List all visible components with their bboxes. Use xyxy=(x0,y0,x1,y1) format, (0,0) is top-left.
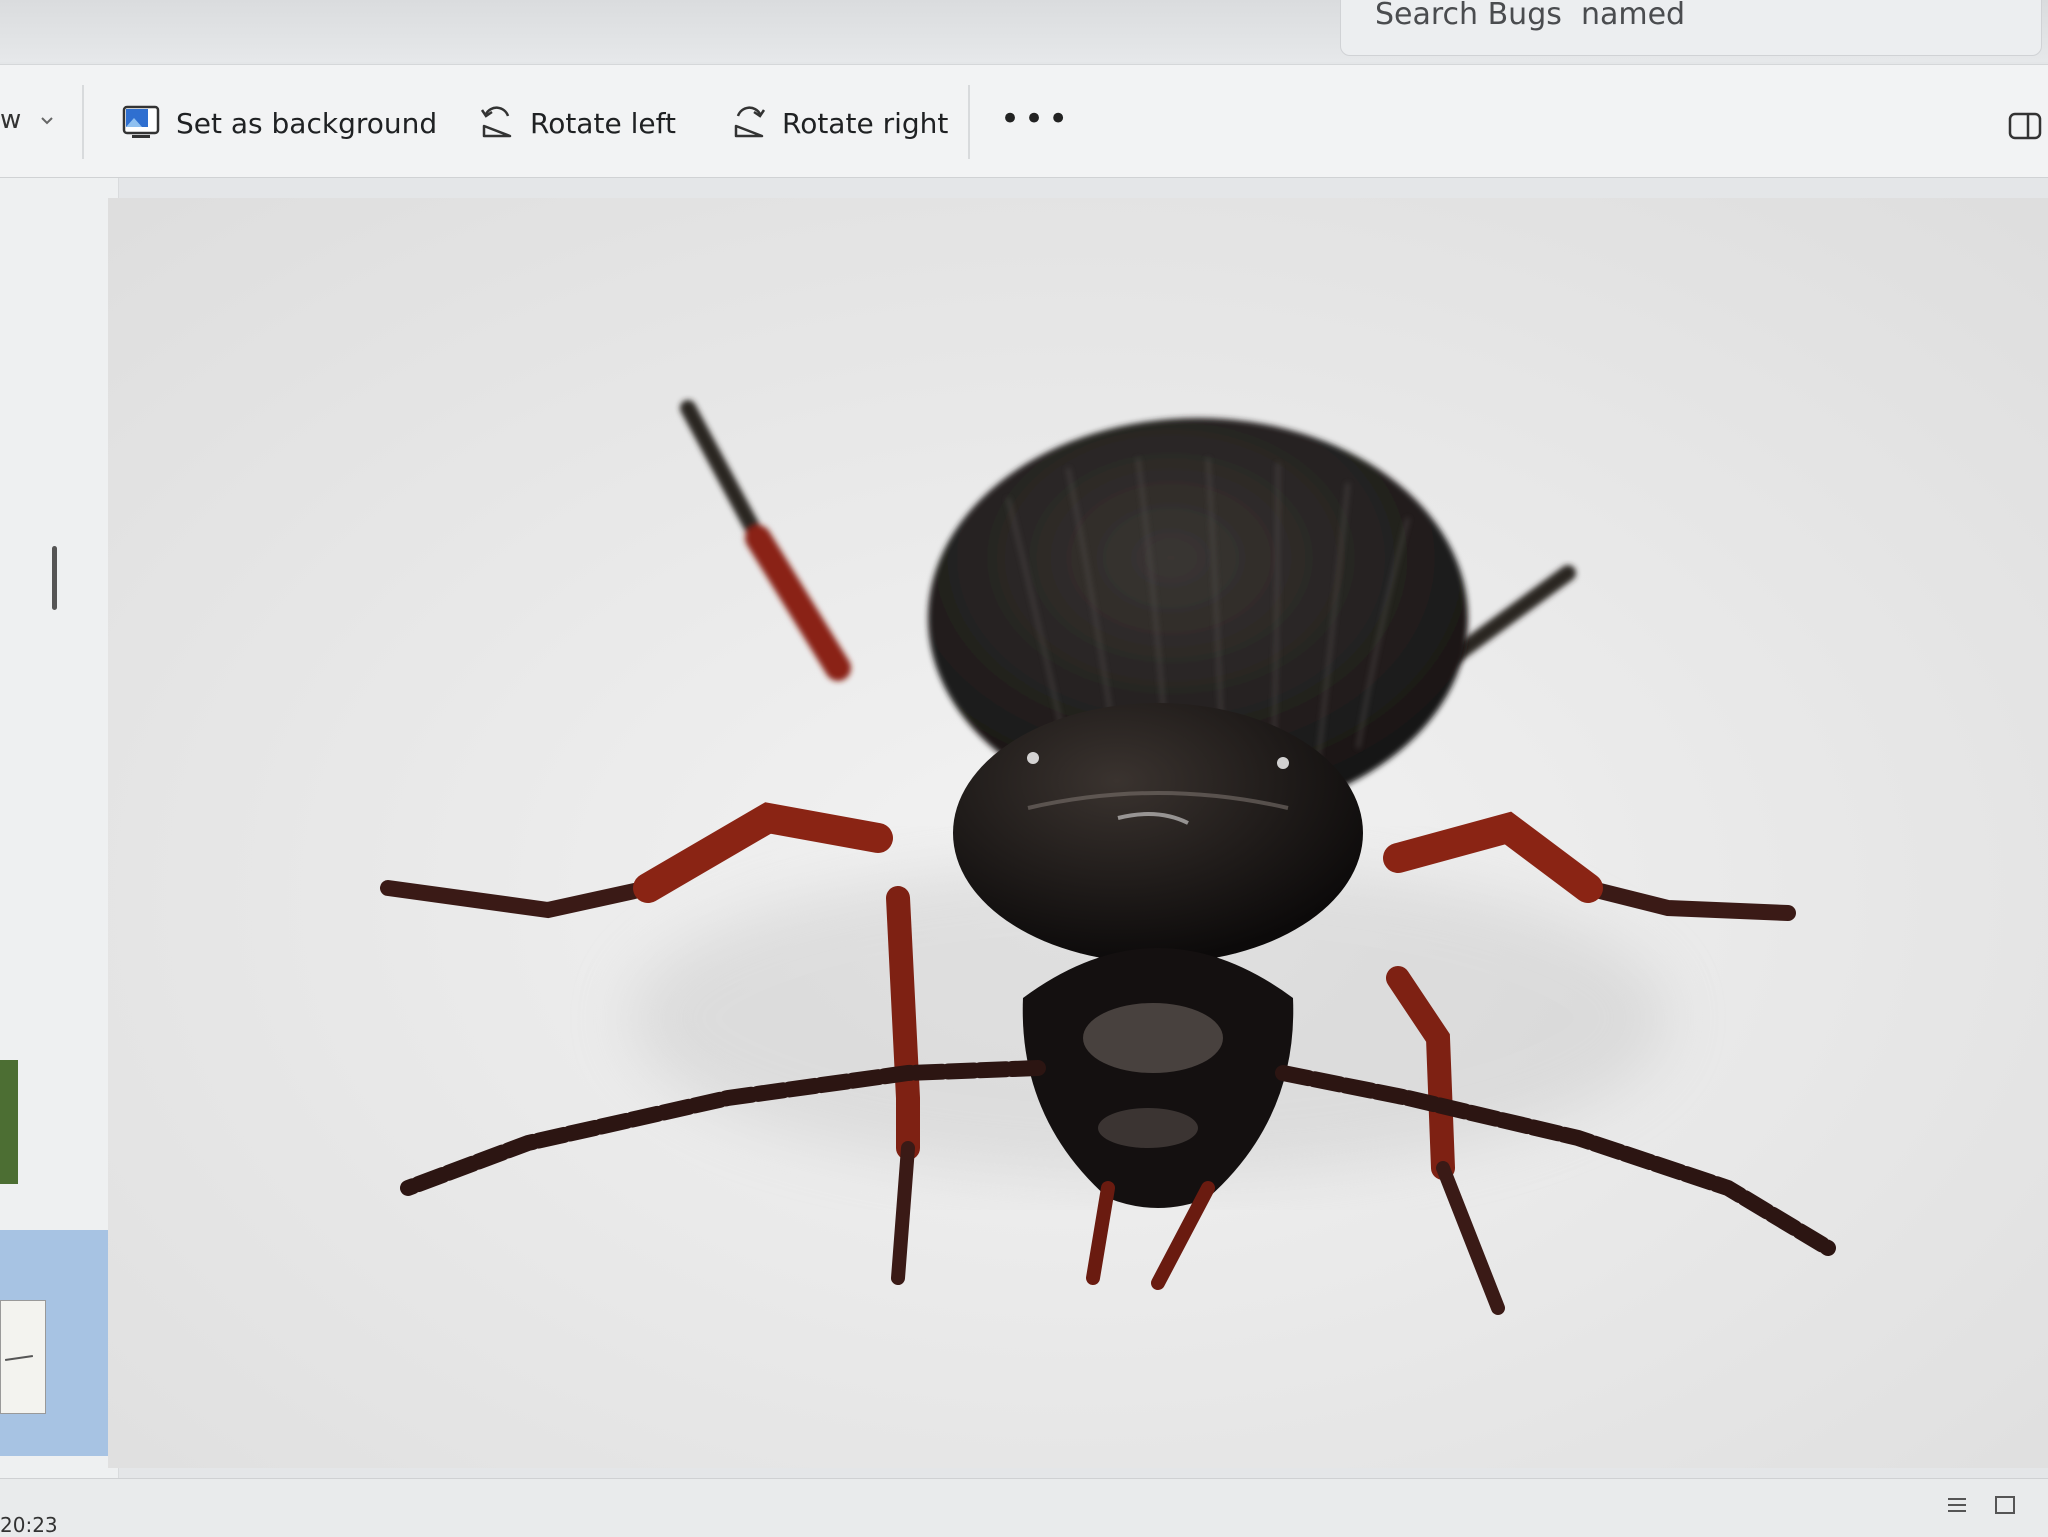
set-as-background-button[interactable]: Set as background xyxy=(122,95,437,151)
toolbar-divider xyxy=(82,85,84,159)
search-text[interactable]: Search Bugs named xyxy=(1375,0,1685,32)
view-label: w xyxy=(0,105,22,135)
rotate-right-icon xyxy=(734,106,766,138)
more-options-button[interactable]: ••• xyxy=(1000,99,1072,139)
thumbnail-item[interactable] xyxy=(0,1300,46,1414)
rotate-right-button[interactable]: Rotate right xyxy=(730,95,948,151)
chevron-down-icon xyxy=(40,116,53,124)
list-view-icon[interactable] xyxy=(1946,1495,1968,1515)
fullscreen-icon[interactable] xyxy=(1994,1495,2016,1515)
rotate-right-label: Rotate right xyxy=(782,106,949,140)
side-panel-icon[interactable] xyxy=(2008,112,2042,140)
rotate-left-label: Rotate left xyxy=(530,106,676,140)
toolbar-divider xyxy=(968,85,970,159)
image-viewer xyxy=(108,198,2048,1468)
scrollbar-thumb[interactable] xyxy=(52,546,57,610)
rotate-left-button[interactable]: Rotate left xyxy=(478,95,676,151)
desktop-picture-icon xyxy=(122,105,160,138)
status-icons xyxy=(1946,1495,2016,1515)
status-bar: 20:23 xyxy=(0,1478,2048,1537)
view-menu-button[interactable]: w xyxy=(0,105,54,135)
search-box[interactable]: Search Bugs named xyxy=(1340,0,2042,56)
thumbnail-item[interactable] xyxy=(0,1060,18,1184)
toolbar: w Set as background Rotate left Rotate r… xyxy=(0,64,2048,178)
clock-time: 20:23 xyxy=(0,1513,58,1537)
set-as-background-label: Set as background xyxy=(176,106,438,140)
title-bar: Search Bugs named xyxy=(0,0,2048,62)
rotate-left-icon xyxy=(480,106,512,138)
beetle-photo[interactable] xyxy=(108,198,2048,1468)
